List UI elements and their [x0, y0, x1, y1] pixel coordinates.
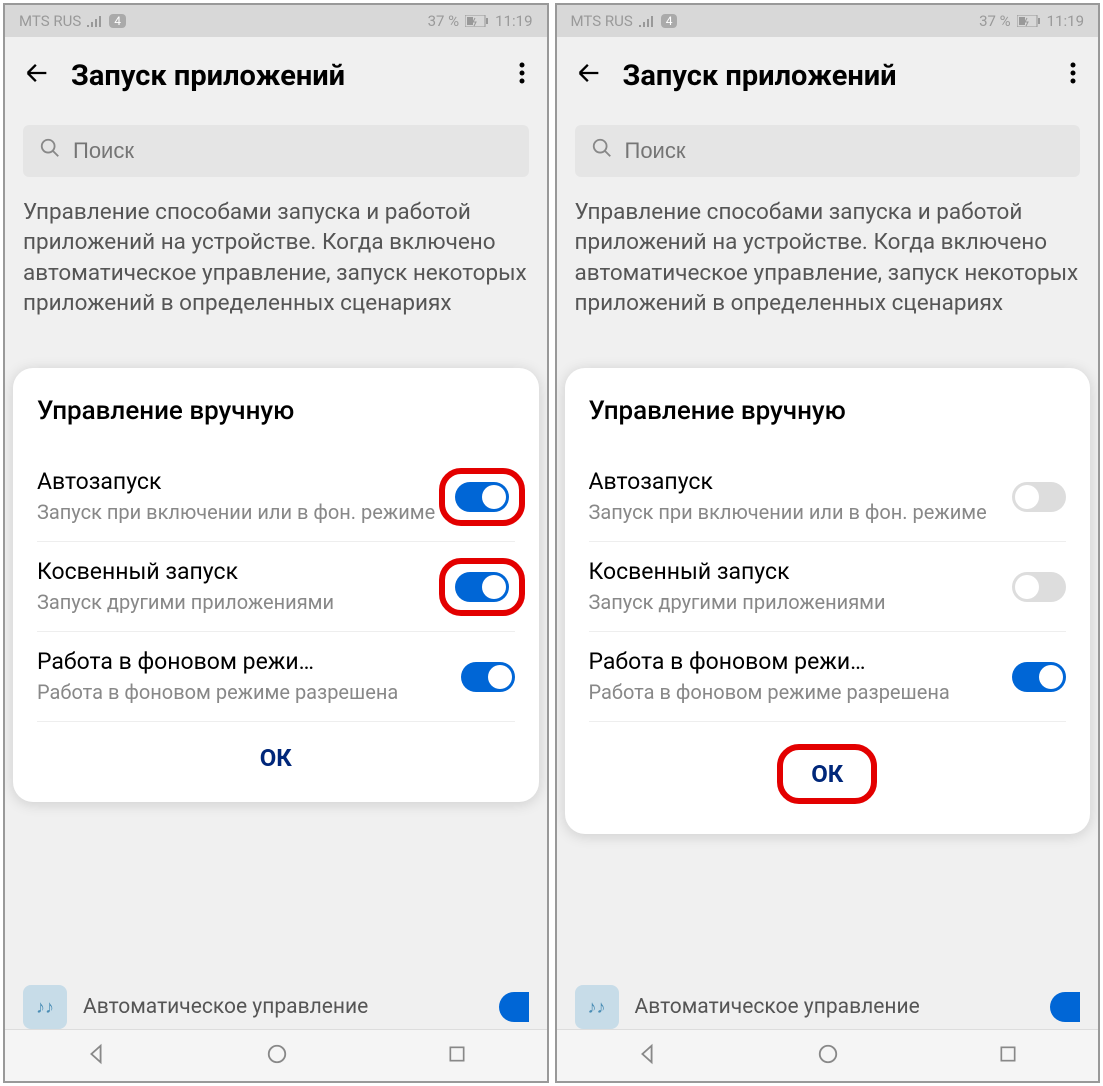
search-icon — [591, 137, 613, 165]
setting-desc: Запуск при включении или в фон. режиме — [589, 499, 1001, 525]
battery-percent: 37 % — [979, 12, 1011, 30]
setting-label: Работа в фоновом режи… — [589, 648, 1001, 675]
signal-icon — [639, 15, 655, 27]
carrier-label: MTS RUS — [571, 12, 633, 30]
status-bar: MTS RUS 4 37 % 11:19 — [557, 5, 1099, 37]
ok-button[interactable]: ОК — [589, 722, 1067, 814]
setting-desc: Запуск другими приложениями — [37, 589, 437, 615]
setting-label: Работа в фоновом режи… — [37, 648, 449, 675]
bg-item-label: Автоматическое управление — [635, 994, 1035, 1020]
toggle-partial — [499, 992, 529, 1022]
toggle-autostart[interactable] — [455, 482, 509, 512]
dialog-title: Управление вручную — [37, 396, 515, 426]
search-icon — [39, 137, 61, 165]
setting-background: Работа в фоновом режи… Работа в фоновом … — [37, 632, 515, 722]
toggle-partial — [1050, 992, 1080, 1022]
signal-icon — [87, 15, 103, 27]
description-text: Управление способами запуска и работой п… — [5, 187, 547, 329]
setting-label: Косвенный запуск — [589, 558, 1001, 585]
setting-desc: Работа в фоновом режиме разрешена — [589, 679, 1001, 705]
nav-home-icon[interactable] — [266, 1043, 288, 1069]
toggle-secondary-launch[interactable] — [455, 572, 509, 602]
search-bar[interactable] — [23, 125, 529, 177]
back-icon[interactable] — [575, 57, 603, 95]
page-title: Запуск приложений — [71, 59, 495, 93]
setting-label: Автозапуск — [589, 468, 1001, 495]
ok-button[interactable]: ОК — [37, 722, 515, 782]
bg-item-label: Автоматическое управление — [83, 994, 483, 1020]
nav-recent-icon[interactable] — [998, 1044, 1018, 1068]
dialog-title: Управление вручную — [589, 396, 1067, 426]
nav-back-icon[interactable] — [636, 1043, 658, 1069]
highlight-ring — [439, 558, 525, 616]
setting-background: Работа в фоновом режи… Работа в фоновом … — [589, 632, 1067, 722]
toggle-background[interactable] — [1012, 662, 1066, 692]
search-input[interactable] — [625, 138, 1065, 164]
nav-home-icon[interactable] — [817, 1043, 839, 1069]
status-bar: MTS RUS 4 37 % 11:19 — [5, 5, 547, 37]
toggle-autostart[interactable] — [1012, 482, 1066, 512]
toggle-secondary-launch[interactable] — [1012, 572, 1066, 602]
battery-icon — [1017, 15, 1041, 27]
dialog-manual-control: Управление вручную Автозапуск Запуск при… — [565, 368, 1091, 834]
app-icon: ♪♪ — [575, 985, 619, 1029]
highlight-ring: ОК — [777, 744, 877, 804]
search-input[interactable] — [73, 138, 513, 164]
notification-badge: 4 — [109, 14, 126, 28]
navigation-bar — [557, 1029, 1099, 1081]
app-header: Запуск приложений — [5, 37, 547, 115]
carrier-label: MTS RUS — [19, 12, 81, 30]
background-list-item: ♪♪ Автоматическое управление — [23, 985, 529, 1029]
setting-desc: Запуск при включении или в фон. режиме — [37, 499, 437, 525]
search-bar[interactable] — [575, 125, 1081, 177]
navigation-bar — [5, 1029, 547, 1081]
back-icon[interactable] — [23, 57, 51, 95]
nav-recent-icon[interactable] — [447, 1044, 467, 1068]
clock-time: 11:19 — [495, 12, 532, 30]
setting-autostart: Автозапуск Запуск при включении или в фо… — [589, 452, 1067, 542]
app-header: Запуск приложений — [557, 37, 1099, 115]
battery-percent: 37 % — [428, 12, 460, 30]
clock-time: 11:19 — [1047, 12, 1084, 30]
toggle-background[interactable] — [461, 662, 515, 692]
highlight-ring — [439, 468, 525, 526]
background-list-item: ♪♪ Автоматическое управление — [575, 985, 1081, 1029]
more-icon[interactable] — [515, 61, 529, 92]
setting-desc: Запуск другими приложениями — [589, 589, 1001, 615]
description-text: Управление способами запуска и работой п… — [557, 187, 1099, 329]
phone-screen-left: MTS RUS 4 37 % 11:19 Запуск приложений У… — [3, 3, 549, 1083]
app-icon: ♪♪ — [23, 985, 67, 1029]
setting-secondary-launch: Косвенный запуск Запуск другими приложен… — [37, 542, 515, 632]
setting-autostart: Автозапуск Запуск при включении или в фо… — [37, 452, 515, 542]
more-icon[interactable] — [1066, 61, 1080, 92]
phone-screen-right: MTS RUS 4 37 % 11:19 Запуск приложений У… — [555, 3, 1101, 1083]
page-title: Запуск приложений — [623, 59, 1047, 93]
setting-label: Автозапуск — [37, 468, 437, 495]
notification-badge: 4 — [661, 14, 678, 28]
setting-secondary-launch: Косвенный запуск Запуск другими приложен… — [589, 542, 1067, 632]
dialog-manual-control: Управление вручную Автозапуск Запуск при… — [13, 368, 539, 802]
nav-back-icon[interactable] — [85, 1043, 107, 1069]
setting-desc: Работа в фоновом режиме разрешена — [37, 679, 449, 705]
battery-icon — [465, 15, 489, 27]
setting-label: Косвенный запуск — [37, 558, 437, 585]
